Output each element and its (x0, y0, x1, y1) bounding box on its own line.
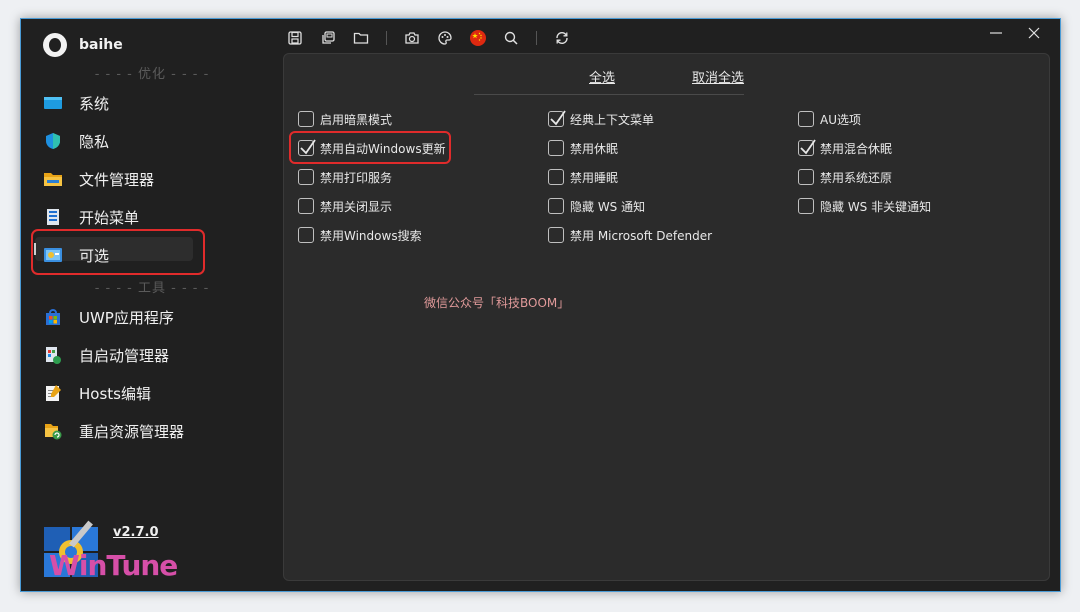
option-disable-windows-search[interactable]: 禁用Windows搜索 (298, 225, 422, 245)
sidebar-item-label: 文件管理器 (79, 170, 155, 189)
app-window: baihe - - - - 优化 - - - - 系统 隐私 文件管理器 开始菜… (20, 18, 1061, 592)
toolbar-separator (536, 31, 537, 45)
sidebar-item-label: 系统 (79, 94, 110, 113)
open-folder-icon[interactable] (353, 30, 369, 46)
checkbox-checked[interactable] (548, 110, 566, 127)
sidebar-item-startup-manager[interactable]: 自启动管理器 (43, 342, 193, 368)
deselect-all-link[interactable]: 取消全选 (692, 67, 744, 86)
option-label: 隐藏 WS 非关键通知 (820, 199, 932, 214)
refresh-icon[interactable] (554, 30, 570, 46)
option-hide-ws-noncritical-notifications[interactable]: 隐藏 WS 非关键通知 (798, 196, 931, 216)
annotation-highlight-option (289, 131, 451, 164)
sidebar-item-label: 开始菜单 (79, 208, 140, 227)
toolbar-separator (386, 31, 387, 45)
window-controls (966, 25, 1042, 41)
option-hide-ws-notifications[interactable]: 隐藏 WS 通知 (548, 196, 645, 216)
option-label: 禁用系统还原 (820, 170, 893, 185)
checkmark-icon (800, 139, 816, 155)
save-icon[interactable] (287, 30, 303, 46)
checkbox-checked[interactable] (798, 139, 816, 156)
camera-icon[interactable] (404, 30, 420, 46)
select-all-link[interactable]: 全选 (589, 67, 615, 86)
header-divider (474, 94, 744, 95)
checkbox[interactable] (298, 227, 314, 243)
sidebar-item-start-menu[interactable]: 开始菜单 (43, 204, 193, 230)
app-logo-icon (43, 33, 67, 57)
section-optimize-divider: - - - - 优化 - - - - (94, 67, 210, 82)
checkbox[interactable] (548, 227, 564, 243)
app-name: baihe (79, 37, 123, 53)
sidebar-item-label: 隐私 (79, 132, 110, 151)
option-label: 禁用混合休眠 (820, 141, 893, 156)
checkbox[interactable] (798, 198, 814, 214)
checkmark-icon (550, 110, 566, 126)
explorer-restart-icon (45, 424, 62, 440)
notepad-icon (46, 385, 61, 401)
sidebar: baihe - - - - 优化 - - - - 系统 隐私 文件管理器 开始菜… (21, 19, 283, 591)
sidebar-item-label: 重启资源管理器 (79, 422, 185, 441)
option-disable-display-off[interactable]: 禁用关闭显示 (298, 196, 392, 216)
option-disable-system-restore[interactable]: 禁用系统还原 (798, 167, 892, 187)
sidebar-item-label: Hosts编辑 (79, 384, 151, 403)
section-tools-divider: - - - - 工具 - - - - (94, 281, 210, 296)
sidebar-item-label: UWP应用程序 (79, 308, 174, 327)
option-disable-microsoft-defender[interactable]: 禁用 Microsoft Defender (548, 225, 712, 245)
option-label: 禁用打印服务 (320, 170, 393, 185)
sidebar-item-system[interactable]: 系统 (43, 90, 193, 116)
option-disable-sleep[interactable]: 禁用睡眠 (548, 167, 618, 187)
sidebar-item-label: 自启动管理器 (79, 346, 170, 365)
folder-icon (44, 173, 62, 186)
sidebar-item-file-manager[interactable]: 文件管理器 (43, 166, 193, 192)
store-icon (46, 309, 60, 325)
checkbox[interactable] (548, 169, 564, 185)
option-enable-dark-mode[interactable]: 启用暗黑模式 (298, 109, 392, 129)
option-au-options[interactable]: AU选项 (798, 109, 861, 129)
option-label: 禁用关闭显示 (320, 199, 393, 214)
annotation-highlight-sidebar (31, 229, 205, 275)
version-link[interactable]: v2.7.0 (113, 525, 159, 540)
option-label: AU选项 (820, 112, 861, 127)
monitor-icon (44, 97, 62, 109)
checkbox[interactable] (548, 198, 564, 214)
sidebar-item-uwp-apps[interactable]: UWP应用程序 (43, 304, 193, 330)
option-label: 禁用休眠 (570, 141, 619, 156)
china-flag-icon[interactable] (470, 30, 486, 46)
shield-icon (46, 133, 60, 149)
optional-settings-panel: 全选 取消全选 启用暗黑模式 禁用自动Windows更新 禁用打印服务 禁用关闭… (283, 53, 1050, 581)
palette-icon[interactable] (437, 30, 453, 46)
option-label: 隐藏 WS 通知 (570, 199, 646, 214)
option-label: 启用暗黑模式 (320, 112, 393, 127)
start-menu-icon (47, 209, 59, 225)
option-classic-context-menu[interactable]: 经典上下文菜单 (548, 109, 654, 129)
option-label: 禁用 Microsoft Defender (570, 228, 713, 243)
copy-icon[interactable] (320, 30, 336, 46)
close-icon[interactable] (1026, 25, 1042, 41)
app-header: baihe (43, 33, 123, 57)
checkbox[interactable] (548, 140, 564, 156)
option-disable-hybrid-sleep[interactable]: 禁用混合休眠 (798, 138, 892, 158)
sidebar-item-privacy[interactable]: 隐私 (43, 128, 193, 154)
watermark-text: 微信公众号「科技BOOM」 (424, 296, 570, 310)
checkbox[interactable] (798, 111, 814, 127)
option-label: 禁用Windows搜索 (320, 228, 422, 243)
option-disable-hibernation[interactable]: 禁用休眠 (548, 138, 618, 158)
checkbox[interactable] (298, 169, 314, 185)
option-disable-print-service[interactable]: 禁用打印服务 (298, 167, 392, 187)
search-icon[interactable] (503, 30, 519, 46)
option-label: 经典上下文菜单 (570, 112, 655, 127)
minimize-icon[interactable] (988, 25, 1004, 41)
toolbar (287, 27, 587, 49)
checkbox[interactable] (298, 111, 314, 127)
checkbox[interactable] (298, 198, 314, 214)
checkbox[interactable] (798, 169, 814, 185)
startup-icon (46, 347, 61, 364)
brand-name: WinTune (49, 549, 178, 582)
sidebar-item-restart-explorer[interactable]: 重启资源管理器 (43, 418, 193, 444)
option-label: 禁用睡眠 (570, 170, 619, 185)
sidebar-item-hosts-editor[interactable]: Hosts编辑 (43, 380, 193, 406)
